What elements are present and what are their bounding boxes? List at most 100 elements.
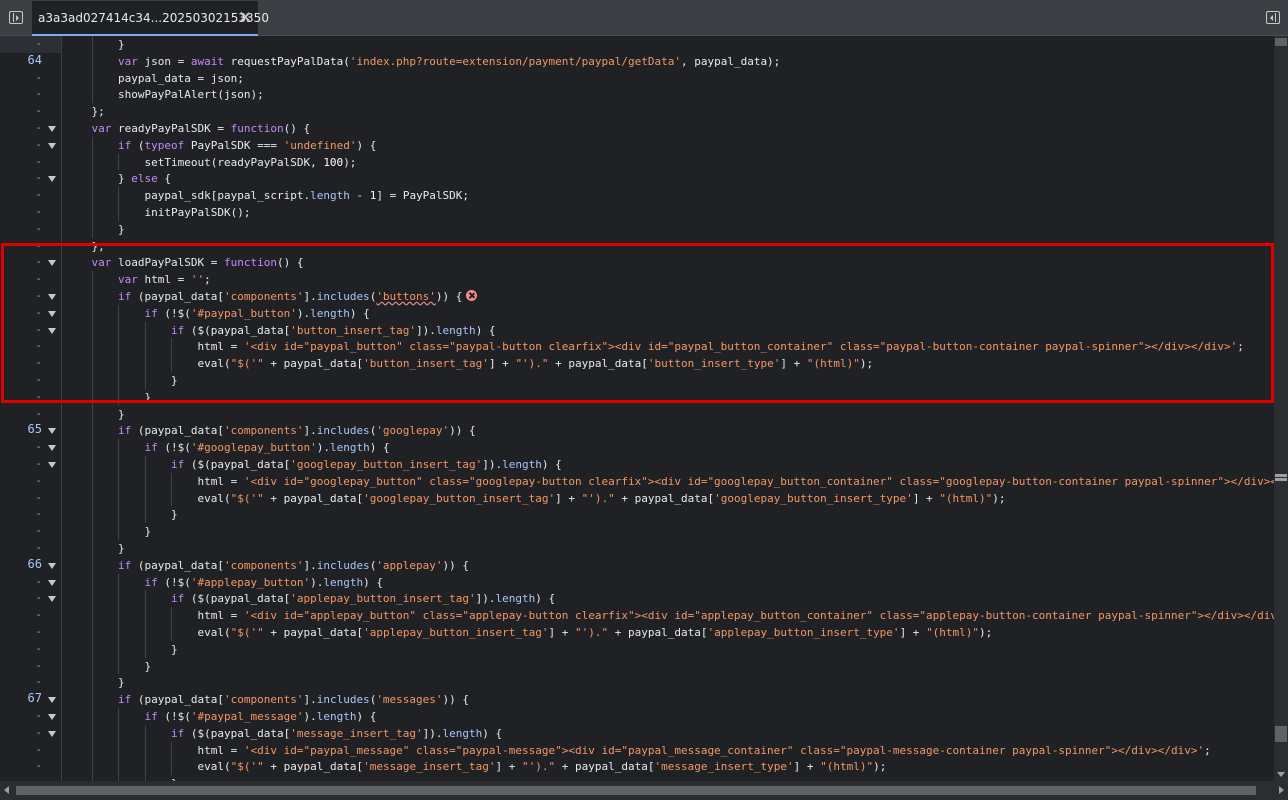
vertical-scrollbar[interactable] <box>1274 36 1288 781</box>
fold-arrow-icon[interactable] <box>48 428 56 435</box>
code-token: } <box>171 374 178 387</box>
code-token: if <box>171 726 185 740</box>
code-line[interactable]: var readyPayPalSDK = function() { <box>92 120 311 137</box>
code-line[interactable]: showPayPalAlert(json); <box>118 86 264 103</box>
code-line[interactable]: if (typeof PayPalSDK === 'undefined') { <box>118 137 376 154</box>
code-line[interactable]: } <box>171 506 178 523</box>
code-line[interactable]: eval("$('" + paypal_data['button_insert_… <box>198 355 874 372</box>
code-line[interactable]: if ($(paypal_data['button_insert_tag']).… <box>171 322 496 339</box>
code-line[interactable]: var json = await requestPayPalData('inde… <box>118 53 780 70</box>
code-line[interactable]: if (paypal_data['components'].includes('… <box>118 288 478 305</box>
code-line[interactable]: eval("$('" + paypal_data['googlepay_butt… <box>198 490 1006 507</box>
code-token: if <box>118 558 132 572</box>
fold-arrow-icon[interactable] <box>48 126 56 132</box>
error-circle-icon[interactable] <box>466 290 478 301</box>
fold-arrow-icon[interactable] <box>48 260 56 267</box>
code-line[interactable]: } <box>118 406 125 423</box>
scroll-left-icon[interactable] <box>4 786 9 794</box>
line-number: - <box>35 171 42 185</box>
code-line[interactable]: } else { <box>118 170 171 187</box>
scroll-down-icon[interactable] <box>1277 772 1285 777</box>
code-token: if <box>118 290 132 303</box>
code-line[interactable]: if (!$('#googlepay_button').length) { <box>145 439 390 456</box>
fold-arrow-icon[interactable] <box>48 730 56 737</box>
code-token: typeof <box>144 138 185 152</box>
code-line[interactable]: if (!$('#applepay_button').length) { <box>145 574 383 591</box>
indent-guide <box>144 472 146 490</box>
code-token: 'button_insert_type' <box>647 357 781 371</box>
indent-guide <box>91 556 93 574</box>
code-line[interactable]: } <box>145 523 152 540</box>
code-line[interactable]: if ($(paypal_data['googlepay_button_inse… <box>171 456 562 473</box>
code-line[interactable]: }; <box>92 103 105 120</box>
code-token: } <box>118 676 125 690</box>
line-number: 67 <box>27 691 42 706</box>
code-token: (paypal_data[ <box>131 290 224 303</box>
file-tab[interactable]: a3a3ad027414c34...20250302153350 <box>32 1 269 36</box>
code-line[interactable]: } <box>171 641 178 658</box>
fold-arrow-icon[interactable] <box>48 579 56 586</box>
fold-arrow-icon[interactable] <box>48 327 56 334</box>
code-token: (!$( <box>157 306 191 320</box>
code-line[interactable]: if (paypal_data['components'].includes('… <box>118 557 469 574</box>
line-number: - <box>35 574 42 588</box>
indent-guide <box>91 724 93 742</box>
code-editor[interactable]: } var json = await requestPayPalData('ind… <box>62 36 1274 781</box>
code-line[interactable]: } <box>118 221 125 238</box>
code-token: if <box>171 592 185 606</box>
code-line[interactable]: if (!$('#paypal_message').length) { <box>145 708 377 725</box>
fold-arrow-icon[interactable] <box>48 310 56 317</box>
fold-arrow-icon[interactable] <box>48 176 56 183</box>
fold-arrow-icon[interactable] <box>48 697 56 704</box>
code-token: (paypal_data[ <box>131 424 224 438</box>
horizontal-scrollbar-thumb[interactable] <box>16 786 1256 795</box>
code-token: 'components' <box>223 290 304 303</box>
code-line[interactable]: } <box>171 372 178 389</box>
fold-arrow-icon[interactable] <box>48 445 56 452</box>
code-token: )) { <box>449 424 476 438</box>
fold-arrow-icon[interactable] <box>48 562 56 569</box>
code-line[interactable]: initPayPalSDK(); <box>145 204 251 221</box>
fold-arrow-icon[interactable] <box>48 714 56 720</box>
fold-arrow-icon[interactable] <box>48 294 56 300</box>
fold-arrow-icon[interactable] <box>48 142 56 149</box>
code-line[interactable]: } <box>145 389 152 406</box>
line-number: - <box>35 238 42 252</box>
code-line[interactable]: if (paypal_data['components'].includes('… <box>118 422 476 439</box>
code-line[interactable]: html = '<div id="paypal_button" class="p… <box>198 338 1244 355</box>
code-line[interactable]: var html = ''; <box>118 271 211 288</box>
indent-guide <box>91 304 93 322</box>
horizontal-scrollbar[interactable] <box>0 781 1288 800</box>
code-line[interactable]: html = '<div id="paypal_message" class="… <box>198 742 1211 759</box>
code-line[interactable]: setTimeout(readyPayPalSDK, 100); <box>145 154 357 171</box>
code-line[interactable]: } <box>118 36 125 53</box>
line-number: 66 <box>27 556 42 571</box>
sidebar-right-icon[interactable] <box>1266 11 1280 24</box>
code-line[interactable]: } <box>145 658 152 675</box>
code-token: if <box>144 441 158 455</box>
code-line[interactable]: }; <box>92 238 105 255</box>
code-line[interactable]: html = '<div id="googlepay_button" class… <box>198 473 1275 490</box>
code-line[interactable]: if (!$('#paypal_button').length) { <box>145 305 370 322</box>
code-line[interactable]: if ($(paypal_data['applepay_button_inser… <box>171 590 555 607</box>
indent-guide <box>171 472 172 490</box>
fold-arrow-icon[interactable] <box>48 462 56 468</box>
fold-arrow-icon[interactable] <box>48 596 56 603</box>
code-token: ); <box>979 626 993 639</box>
code-line[interactable]: } <box>118 674 125 691</box>
code-line[interactable]: paypal_data = json; <box>118 70 244 87</box>
gutter-row: - <box>0 187 61 204</box>
code-line[interactable]: eval("$('" + paypal_data['applepay_butto… <box>198 624 993 641</box>
vertical-scrollbar-thumb[interactable] <box>1275 38 1287 46</box>
code-line[interactable]: html = '<div id="applepay_button" class=… <box>198 607 1275 624</box>
code-line[interactable]: var loadPayPalSDK = function() { <box>92 254 304 271</box>
sidebar-left-icon[interactable] <box>9 11 23 24</box>
code-line[interactable]: paypal_sdk[paypal_script.length - 1] = P… <box>145 187 470 204</box>
line-number: - <box>35 473 42 487</box>
code-line[interactable]: if (paypal_data['components'].includes('… <box>118 691 469 708</box>
scroll-right-icon[interactable] <box>1279 786 1284 794</box>
code-line[interactable]: } <box>118 540 125 557</box>
close-icon[interactable] <box>239 11 251 23</box>
code-line[interactable]: if ($(paypal_data['message_insert_tag'])… <box>171 725 502 742</box>
code-line[interactable]: eval("$('" + paypal_data['message_insert… <box>198 758 887 775</box>
